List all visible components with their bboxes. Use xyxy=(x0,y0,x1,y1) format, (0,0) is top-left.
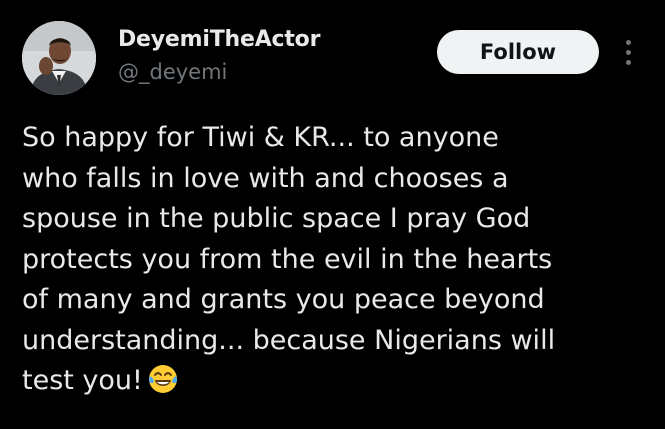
author-display-name[interactable]: DeyemiTheActor xyxy=(118,27,320,52)
avatar[interactable] xyxy=(22,21,96,95)
tweet-text-line: of many and grants you peace beyond xyxy=(22,284,545,315)
more-vertical-icon xyxy=(625,39,631,45)
tweet-text-line: test you! xyxy=(22,365,143,396)
follow-button[interactable]: Follow xyxy=(437,30,599,74)
tweet-text-line: who falls in love with and chooses a xyxy=(22,162,509,194)
tweet-text-line: understanding... because Nigerians will xyxy=(22,324,556,356)
tweet-card: DeyemiTheActor @_deyemi Follow So happy … xyxy=(0,0,665,429)
author-handle[interactable]: @_deyemi xyxy=(118,60,227,84)
more-options-button[interactable] xyxy=(616,34,640,70)
tweet-text-line: protects you from the evil in the hearts xyxy=(22,243,553,275)
tweet-text: So happy for Tiwi & KR... to anyone who … xyxy=(22,118,642,402)
tweet-text-last-line: test you! xyxy=(22,361,642,402)
profile-photo-icon xyxy=(22,21,96,95)
tweet-text-line: spouse in the public space I pray God xyxy=(22,203,531,234)
face-with-tears-of-joy-icon xyxy=(148,365,177,393)
more-vertical-icon xyxy=(625,49,631,55)
more-vertical-icon xyxy=(625,59,631,65)
tweet-text-line: So happy for Tiwi & KR... to anyone xyxy=(22,122,499,153)
